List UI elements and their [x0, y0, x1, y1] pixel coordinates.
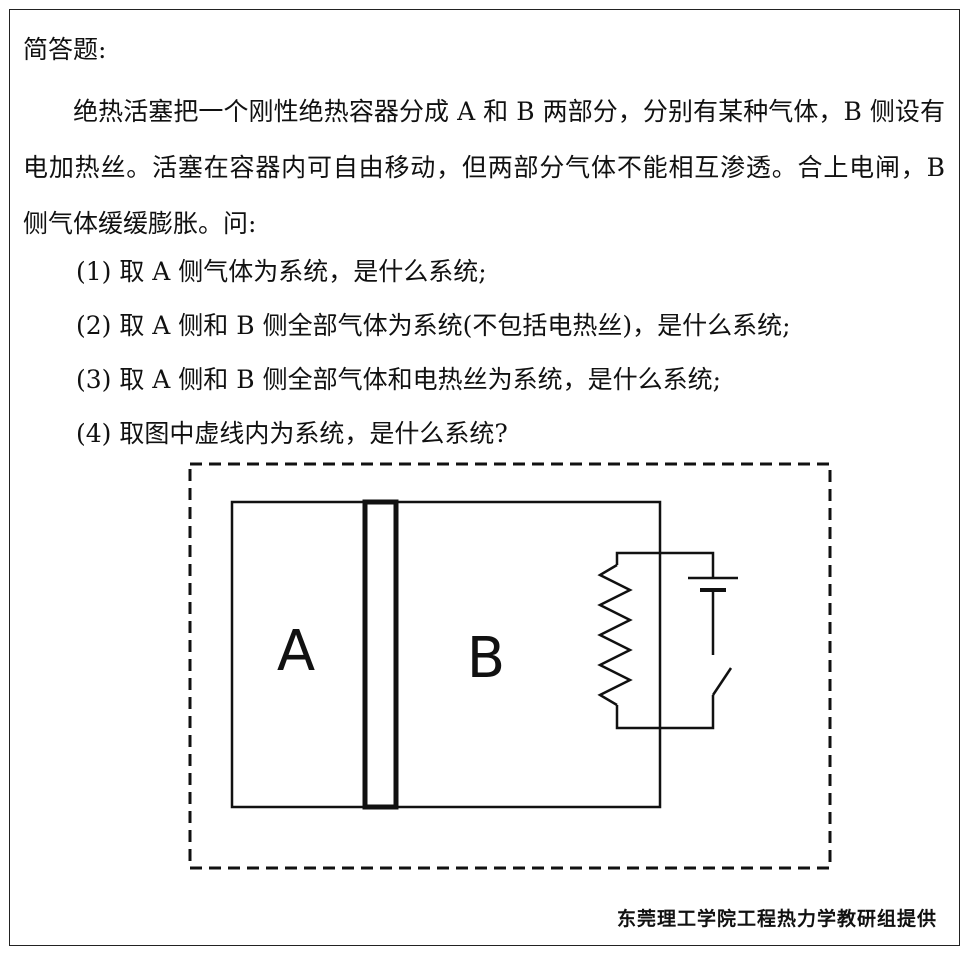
top-wire [615, 551, 715, 578]
heating-wire-resistor-icon [597, 563, 633, 707]
bottom-wire [615, 695, 715, 730]
switch-icon [711, 667, 733, 696]
diagram: A B [188, 462, 832, 870]
label-a: A [277, 619, 315, 684]
adiabatic-piston [362, 499, 399, 810]
heating-circuit [597, 551, 738, 730]
label-b: B [467, 626, 505, 691]
